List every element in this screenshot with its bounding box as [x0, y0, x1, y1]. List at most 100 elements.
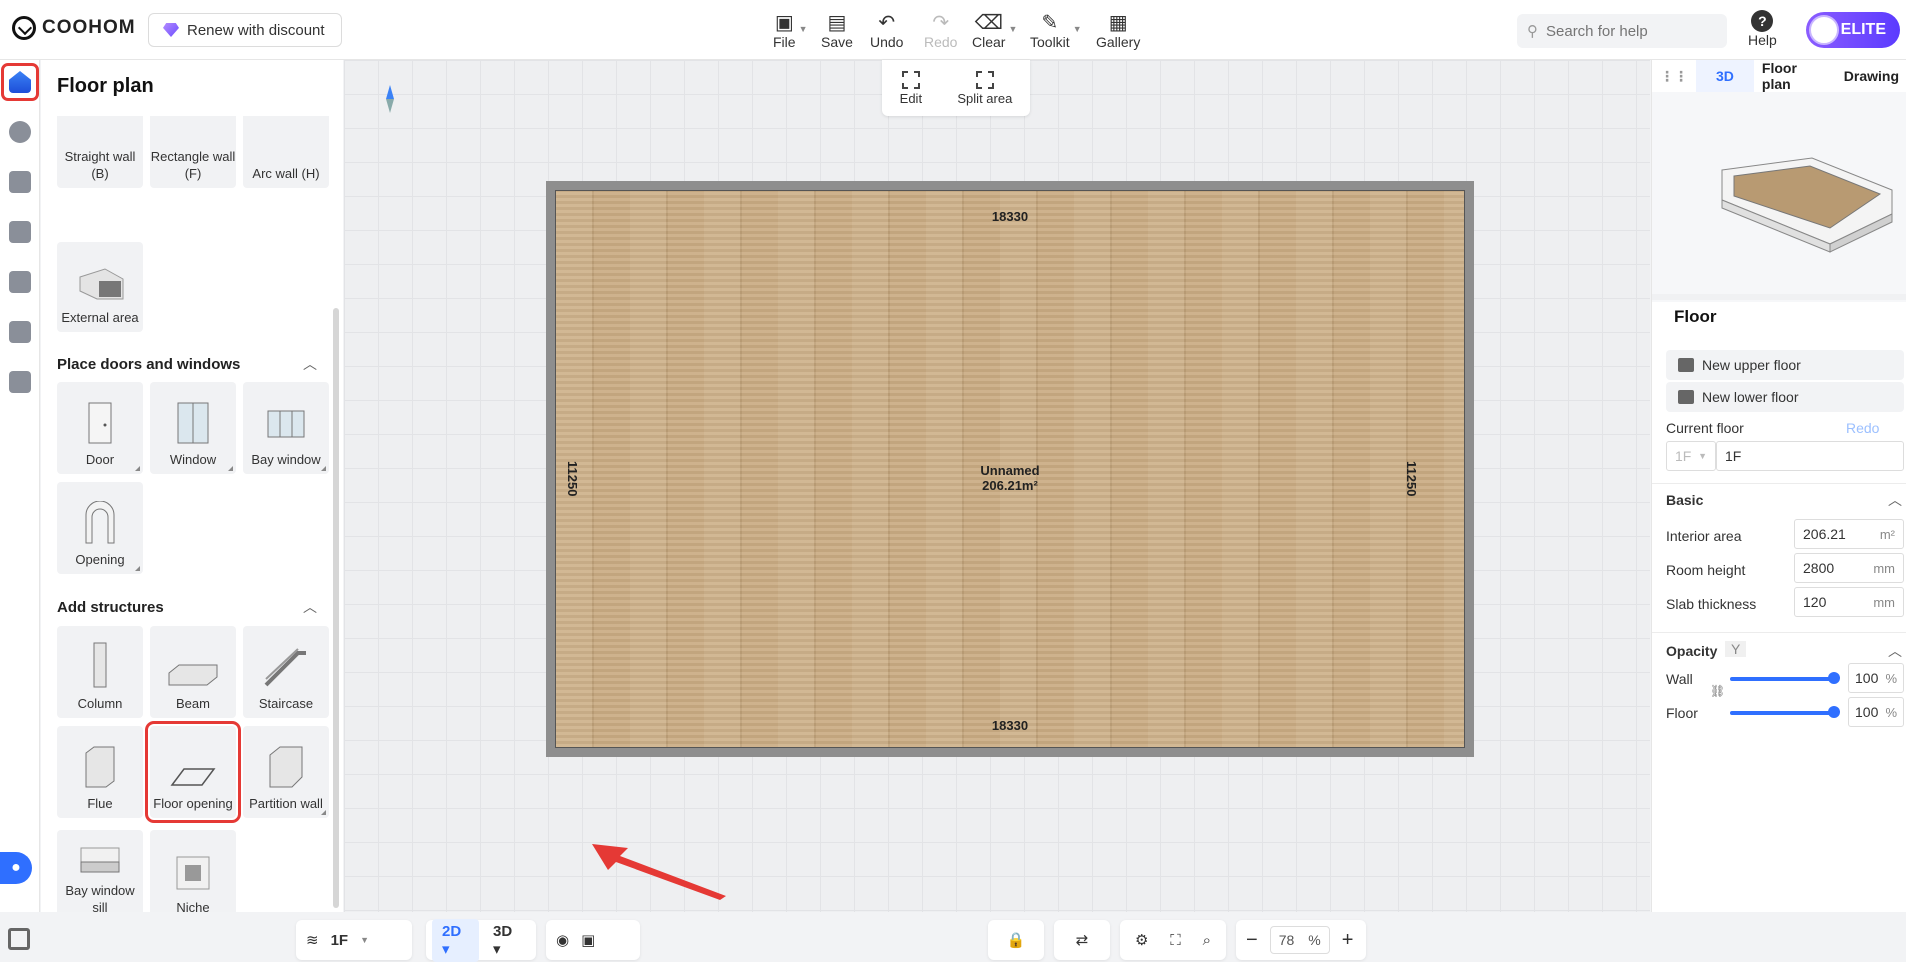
search-input[interactable]	[1546, 22, 1706, 40]
corner-mark	[321, 810, 326, 815]
flue-card[interactable]: Flue	[57, 726, 143, 818]
link-icon[interactable]: ⛓	[1710, 684, 1725, 698]
rail-landscape[interactable]	[4, 366, 36, 398]
file-menu[interactable]: ▣ File ▼	[773, 10, 808, 51]
rail-render[interactable]	[4, 266, 36, 298]
room-floor[interactable]: 18330 18330 11250 11250 Unnamed 206.21m²	[555, 190, 1465, 748]
interior-area-field[interactable]: 206.21 m²	[1794, 519, 1904, 549]
chat-button[interactable]: ●	[0, 852, 32, 884]
tab-floor-plan[interactable]: Floor plan	[1754, 60, 1836, 92]
redo-link[interactable]: Redo	[1846, 420, 1879, 436]
floor-plan-panel: Floor plan Straight wall (B) Rectangle w…	[41, 60, 343, 912]
opening-card[interactable]: Opening	[57, 482, 143, 574]
redo-button[interactable]: ↷ Redo	[924, 10, 957, 51]
mode-3d-button[interactable]: 3D ▾	[483, 919, 530, 962]
zoom-unit: %	[1308, 932, 1321, 948]
tab-3d[interactable]: 3D	[1696, 60, 1754, 92]
top-bar: COOHOM Renew with discount ▣ File ▼ ▤ Sa…	[0, 0, 1906, 60]
layout-icon[interactable]	[8, 928, 30, 950]
bay-window-sill-card[interactable]: Bay window sill	[57, 830, 143, 912]
drag-handle-icon[interactable]: ⋮⋮	[1652, 60, 1696, 92]
zoom-out-button[interactable]: −	[1246, 929, 1258, 952]
chevron-down-icon: ▼	[1698, 451, 1707, 461]
floor-opacity-slider[interactable]	[1730, 706, 1840, 718]
door-card[interactable]: Door	[57, 382, 143, 474]
split-area-button[interactable]: Split area	[957, 70, 1012, 106]
partition-wall-card[interactable]: Partition wall	[243, 726, 329, 818]
fit-view-icon[interactable]: ⛶	[1170, 932, 1181, 949]
undo-button[interactable]: ↶ Undo	[870, 10, 903, 51]
window-card[interactable]: Window	[150, 382, 236, 474]
floor-opening-card[interactable]: Floor opening	[145, 721, 241, 823]
panel-divider[interactable]	[1652, 294, 1906, 300]
zoom-in-button[interactable]: +	[1342, 929, 1354, 952]
toolkit-menu[interactable]: ✎ Toolkit ▼	[1030, 10, 1082, 51]
zoom-input[interactable]: 78 %	[1269, 926, 1330, 954]
staircase-card[interactable]: Staircase	[243, 626, 329, 718]
renew-button[interactable]: Renew with discount	[148, 13, 342, 47]
tab-drawing[interactable]: Drawing	[1836, 60, 1906, 92]
rail-materials[interactable]	[4, 216, 36, 248]
room-height-field[interactable]: 2800 mm	[1794, 553, 1904, 583]
wall-opacity-field[interactable]: 100 %	[1848, 663, 1904, 693]
new-lower-floor-button[interactable]: New lower floor	[1666, 382, 1904, 412]
panel-scrollbar[interactable]	[333, 308, 339, 908]
edit-button[interactable]: Edit	[900, 70, 922, 106]
rail-floor-plan[interactable]	[1, 63, 39, 101]
toggle-icon: ⇄	[1075, 932, 1089, 949]
mode-2d-button[interactable]: 2D ▾	[432, 918, 479, 962]
search-box[interactable]: ⚲	[1517, 14, 1727, 48]
zoom-value: 78	[1278, 932, 1295, 948]
corner-mark	[228, 466, 233, 471]
new-upper-floor-button[interactable]: New upper floor	[1666, 350, 1904, 380]
room-outline[interactable]: 18330 18330 11250 11250 Unnamed 206.21m²	[546, 181, 1474, 757]
floor-selector[interactable]: ≋ 1F ▼	[296, 920, 412, 960]
floor-opacity-field[interactable]: 100 %	[1848, 697, 1904, 727]
chevron-up-icon[interactable]: ︿	[303, 354, 317, 374]
straight-wall-card[interactable]: Straight wall (B)	[57, 116, 143, 188]
eye-icon[interactable]: ◉	[556, 931, 569, 949]
toggle-button[interactable]: ⇄	[1054, 920, 1110, 960]
app-logo[interactable]: COOHOM	[12, 16, 136, 40]
bay-window-card[interactable]: Bay window	[243, 382, 329, 474]
lock-button[interactable]: 🔒	[988, 920, 1044, 960]
file-label: File	[773, 34, 796, 50]
logo-icon	[12, 16, 36, 40]
save-button[interactable]: ▤ Save	[821, 10, 853, 51]
current-floor-label: Current floor	[1666, 420, 1744, 436]
chevron-up-icon[interactable]: ︿	[1888, 641, 1902, 661]
3d-preview[interactable]	[1652, 92, 1906, 302]
floor-name-input[interactable]: 1F	[1716, 441, 1904, 471]
external-area-card[interactable]: External area	[57, 242, 143, 332]
chat-icon: ●	[11, 859, 21, 876]
column-card[interactable]: Column	[57, 626, 143, 718]
panel-scroll: Straight wall (B) Rectangle wall (F) Arc…	[41, 116, 343, 912]
rail-furniture[interactable]	[4, 166, 36, 198]
compass-icon[interactable]	[386, 85, 394, 113]
niche-card[interactable]: Niche	[150, 830, 236, 912]
clear-menu[interactable]: ⌫ Clear ▼	[972, 10, 1017, 51]
avatar[interactable]	[1809, 15, 1839, 45]
rail-templates[interactable]	[4, 316, 36, 348]
help-button[interactable]: ? Help	[1748, 10, 1777, 48]
rail-lighting[interactable]	[4, 116, 36, 148]
room-label[interactable]: Unnamed 206.21m²	[556, 463, 1464, 493]
chevron-up-icon[interactable]: ︿	[1888, 490, 1902, 510]
edit-icon	[901, 70, 920, 89]
slab-thickness-field[interactable]: 120 mm	[1794, 587, 1904, 617]
drawing-canvas[interactable]: Edit Split area 18330 18330 11250 11250 …	[296, 60, 1650, 962]
chevron-up-icon[interactable]: ︿	[303, 597, 317, 617]
rectangle-wall-card[interactable]: Rectangle wall (F)	[150, 116, 236, 188]
view-tools: ⚙ ⛶ ⌕	[1120, 920, 1226, 960]
cube-icon[interactable]: ▣	[581, 931, 595, 949]
floor-level-select[interactable]: 1F ▼	[1666, 441, 1716, 471]
camera-settings-icon[interactable]: ⚙	[1135, 931, 1148, 949]
wall-opacity-slider[interactable]	[1730, 672, 1840, 684]
niche-icon	[176, 856, 210, 890]
opacity-shortcut-key: Y	[1725, 641, 1747, 657]
zoom-region-icon[interactable]: ⌕	[1203, 932, 1211, 949]
arc-wall-card[interactable]: Arc wall (H)	[243, 116, 329, 188]
beam-card[interactable]: Beam	[150, 626, 236, 718]
elite-badge[interactable]: ELITE	[1806, 12, 1900, 48]
gallery-button[interactable]: ▦ Gallery	[1096, 10, 1140, 51]
